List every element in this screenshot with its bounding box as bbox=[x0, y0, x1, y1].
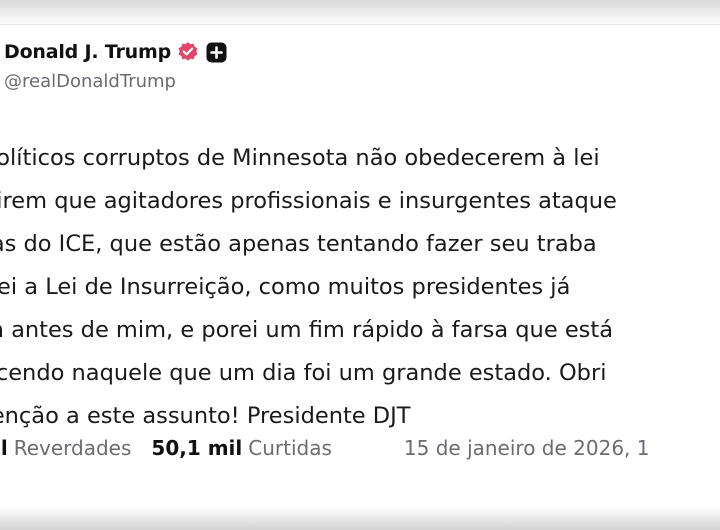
likes-count: 50,1 mil bbox=[151, 436, 243, 460]
bottom-shadow bbox=[0, 506, 720, 530]
post-text-line: írei a Lei de Insurreição, como muitos p… bbox=[0, 274, 571, 300]
post-text-line: tenção a este assunto! Presidente DJT bbox=[0, 403, 411, 429]
verified-badge-icon bbox=[177, 41, 199, 63]
reposts-stat[interactable]: il Reverdades bbox=[0, 436, 131, 460]
likes-stat[interactable]: 50,1 mil Curtidas bbox=[151, 436, 332, 460]
top-shadow bbox=[0, 0, 720, 26]
post-text-line: políticos corruptos de Minnesota não obe… bbox=[0, 145, 600, 171]
plus-badge-icon[interactable] bbox=[206, 42, 227, 63]
author-display-name[interactable]: Donald J. Trump bbox=[4, 41, 171, 63]
likes-label: Curtidas bbox=[248, 436, 332, 460]
post-text-line: m antes de mim, e porei um fim rápido à … bbox=[0, 317, 613, 343]
post-text-line: direm que agitadores profissionais e ins… bbox=[0, 188, 617, 214]
reposts-count: il bbox=[0, 436, 8, 460]
post-date[interactable]: 15 de janeiro de 2026, 1 bbox=[404, 436, 650, 460]
post-header: Donald J. Trump @realDonaldTrump bbox=[4, 37, 227, 92]
post-stats-bar: il Reverdades 50,1 mil Curtidas 15 de ja… bbox=[0, 436, 720, 460]
author-handle[interactable]: @realDonaldTrump bbox=[4, 71, 227, 92]
post-text-line: ecendo naquele que um dia foi um grande … bbox=[0, 360, 607, 386]
author-name-row: Donald J. Trump bbox=[4, 37, 227, 67]
reposts-label: Reverdades bbox=[13, 436, 132, 460]
post-body-text: políticos corruptos de Minnesota não obe… bbox=[0, 137, 720, 438]
post-text-line: tas do ICE, que estão apenas tentando fa… bbox=[0, 231, 597, 257]
screenshot-frame: Donald J. Trump @realDonaldTrump polític… bbox=[0, 0, 720, 530]
